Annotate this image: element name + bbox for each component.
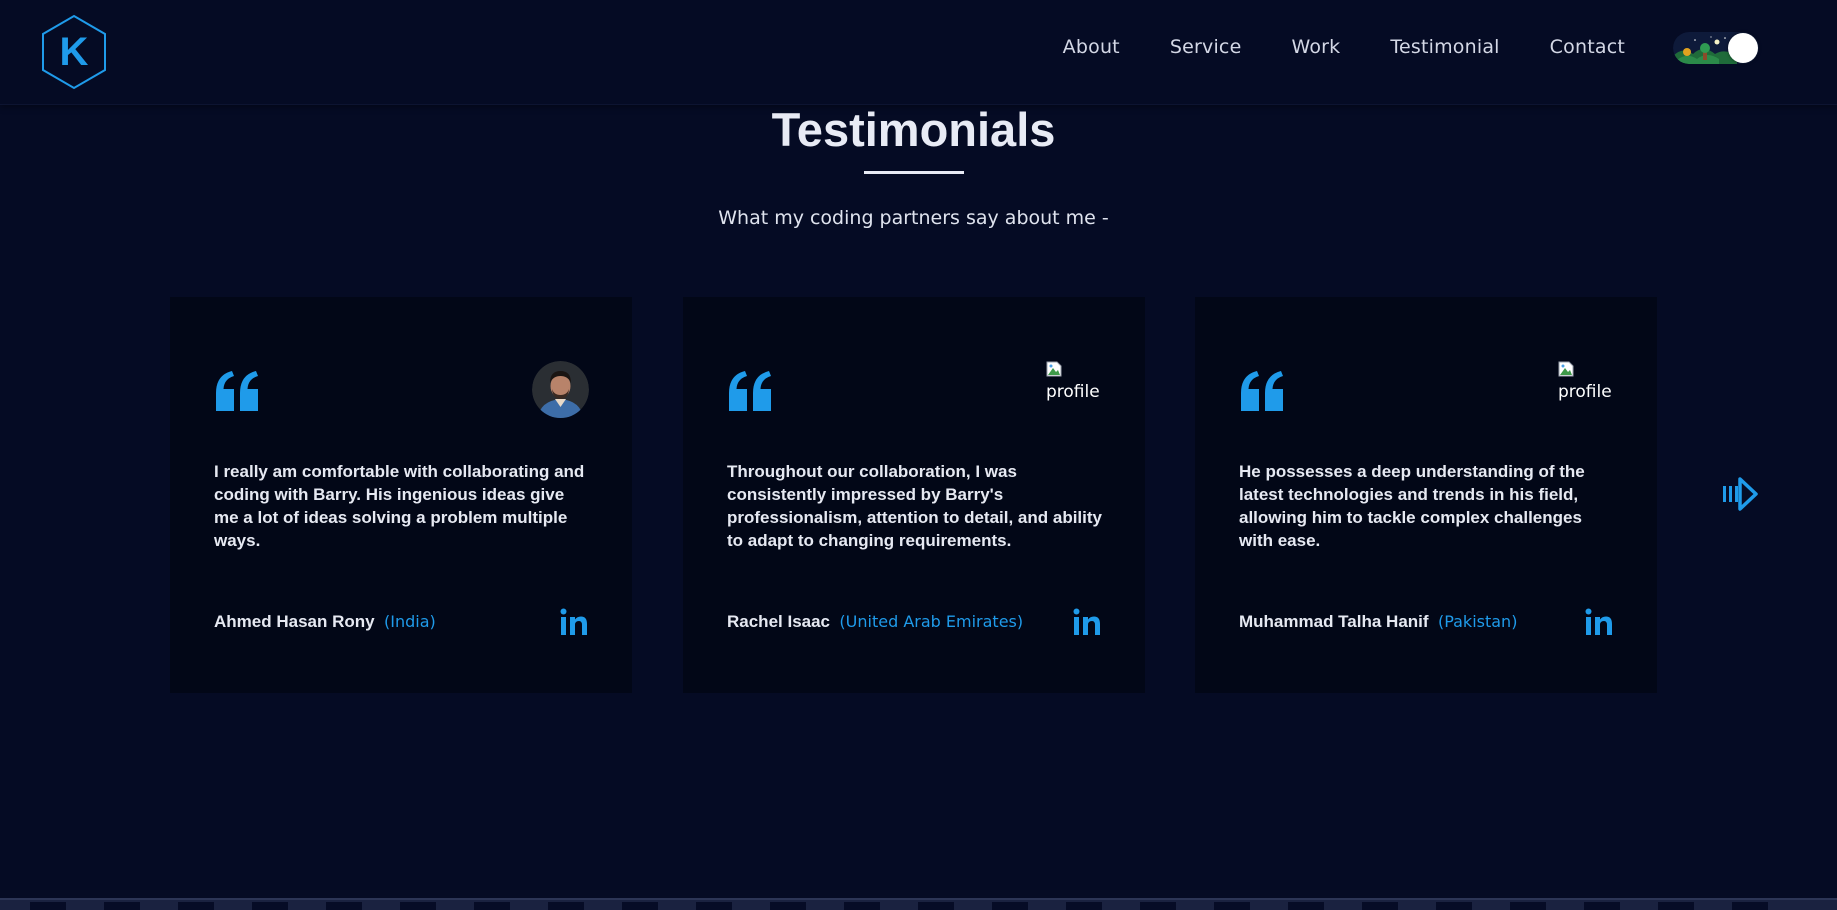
testimonial-text: Throughout our collaboration, I was cons… bbox=[727, 462, 1102, 550]
broken-image-icon bbox=[1558, 361, 1574, 377]
testimonial-text: I really am comfortable with collaborati… bbox=[214, 462, 585, 550]
section-title: Testimonials bbox=[771, 103, 1056, 156]
nav-link-testimonial[interactable]: Testimonial bbox=[1390, 36, 1499, 58]
nav-link-service[interactable]: Service bbox=[1170, 36, 1242, 58]
quote-icon bbox=[729, 371, 771, 411]
broken-profile-image: profile bbox=[1557, 360, 1613, 404]
logo-icon[interactable]: K bbox=[40, 14, 108, 90]
testimonial-author: Muhammad Talha Hanif (Pakistan) bbox=[1239, 612, 1517, 632]
next-arrow-icon[interactable] bbox=[1722, 476, 1758, 512]
quote-icon bbox=[216, 371, 258, 411]
bottom-border-decoration bbox=[0, 898, 1837, 910]
nav-link-work[interactable]: Work bbox=[1291, 36, 1340, 58]
quote-icon bbox=[1241, 371, 1283, 411]
linkedin-icon[interactable] bbox=[560, 608, 588, 636]
nav-links: About Service Work Testimonial Contact bbox=[1063, 36, 1625, 58]
broken-image-icon bbox=[1046, 361, 1062, 377]
broken-profile-image: profile bbox=[1045, 360, 1101, 404]
avatar bbox=[532, 361, 589, 418]
navbar: K About Service Work Testimonial Contact bbox=[0, 0, 1837, 105]
image-alt-text: profile bbox=[1558, 382, 1612, 402]
author-name: Rachel Isaac bbox=[727, 612, 831, 631]
author-country: (Pakistan) bbox=[1437, 612, 1518, 631]
nav-link-contact[interactable]: Contact bbox=[1550, 36, 1625, 58]
section-subtitle: What my coding partners say about me - bbox=[718, 207, 1109, 229]
author-country: (India) bbox=[384, 612, 436, 631]
author-name: Muhammad Talha Hanif bbox=[1239, 612, 1429, 631]
testimonial-text: He possesses a deep understanding of the… bbox=[1239, 462, 1585, 550]
title-underline bbox=[864, 171, 964, 174]
testimonial-card: profile He possesses a deep understandin… bbox=[1195, 297, 1657, 693]
testimonial-author: Ahmed Hasan Rony (India) bbox=[214, 612, 436, 632]
logo-letter: K bbox=[60, 30, 89, 74]
author-country: (United Arab Emirates) bbox=[839, 612, 1024, 631]
nav-link-about[interactable]: About bbox=[1063, 36, 1120, 58]
image-alt-text: profile bbox=[1046, 382, 1100, 402]
testimonial-author: Rachel Isaac (United Arab Emirates) bbox=[727, 612, 1023, 632]
linkedin-icon[interactable] bbox=[1073, 608, 1101, 636]
theme-toggle-knob[interactable] bbox=[1728, 33, 1758, 63]
author-name: Ahmed Hasan Rony bbox=[214, 612, 375, 631]
testimonial-card: I really am comfortable with collaborati… bbox=[170, 297, 632, 693]
linkedin-icon[interactable] bbox=[1585, 608, 1613, 636]
testimonial-card: profile Throughout our collaboration, I … bbox=[683, 297, 1145, 693]
